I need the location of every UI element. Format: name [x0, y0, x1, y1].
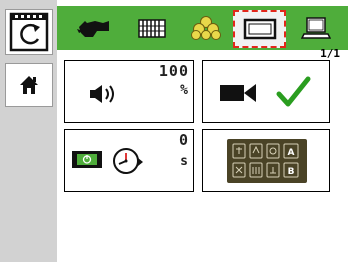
timer-icon-wrap — [111, 146, 145, 180]
keypad-icon: A B — [227, 139, 307, 183]
laptop-icon — [301, 17, 331, 39]
tab-terminal[interactable] — [293, 6, 339, 50]
svg-text:A: A — [288, 148, 295, 158]
sidebar — [0, 0, 57, 262]
tab-implement[interactable] — [129, 6, 175, 50]
radiator-icon — [138, 19, 166, 38]
camera-icon-wrap — [219, 81, 259, 109]
volume-value: 100 — [158, 62, 189, 80]
display-icon — [243, 18, 276, 40]
home-button[interactable] — [5, 63, 53, 107]
speaker-icon — [90, 85, 114, 103]
refresh-button[interactable] — [5, 9, 53, 55]
screen-power-icon — [72, 151, 102, 168]
check-icon-wrap — [275, 76, 311, 112]
settings-screen: 1/1 100 % 0 s A B — [0, 0, 348, 262]
keypad-icon-wrap: A B — [227, 139, 307, 187]
screen-timeout-unit: s — [180, 154, 188, 169]
screen-timeout-value: 0 — [178, 131, 189, 149]
tab-vehicle[interactable] — [71, 6, 117, 50]
timer-icon — [113, 148, 143, 174]
checkmark-icon — [276, 76, 311, 107]
page-indicator: 1/1 — [320, 47, 340, 60]
tab-display[interactable] — [233, 10, 286, 48]
svg-text:B: B — [288, 167, 295, 177]
speaker-icon-wrap — [89, 83, 123, 109]
coins-icon — [191, 16, 221, 40]
video-camera-icon — [220, 84, 256, 102]
screen-power-icon-wrap — [71, 148, 105, 174]
volume-tile[interactable]: 100 % — [64, 60, 194, 123]
camera-tile[interactable] — [202, 60, 330, 123]
screen-timeout-tile[interactable]: 0 s — [64, 129, 194, 192]
tractor-icon — [77, 21, 109, 37]
volume-unit: % — [180, 83, 188, 98]
tab-product[interactable] — [183, 6, 229, 50]
keypad-tile[interactable]: A B — [202, 129, 330, 192]
refresh-icon — [9, 12, 49, 52]
home-icon — [20, 76, 38, 94]
tab-bar — [57, 6, 348, 50]
